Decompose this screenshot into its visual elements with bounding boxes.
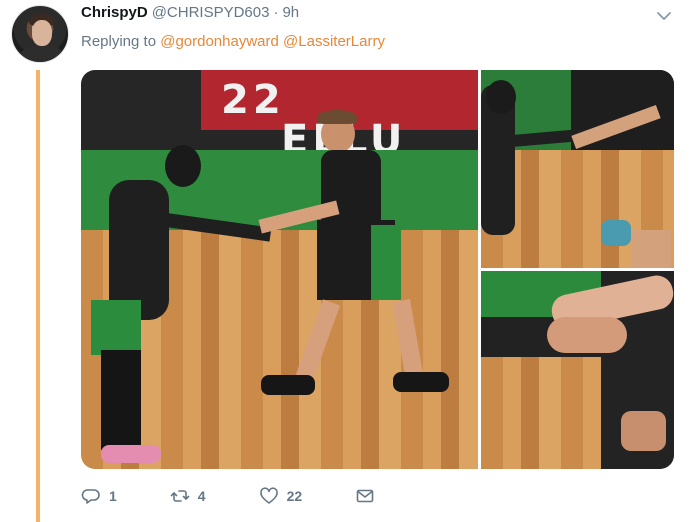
separator-dot: ·	[273, 4, 279, 21]
reply-icon	[81, 489, 100, 504]
tweet[interactable]: ChrispyD @CHRISPYD603 · 9h Replying to @…	[0, 0, 692, 522]
tweet-time[interactable]: 9h	[282, 4, 299, 21]
tweet-actions: 1 4 22	[81, 484, 375, 508]
photo-handshake-closeup[interactable]	[481, 271, 674, 469]
retweet-icon	[170, 490, 190, 502]
thread-line	[36, 70, 40, 522]
direct-message-button[interactable]	[355, 486, 375, 506]
author-handle[interactable]: @CHRISPYD603	[152, 4, 270, 21]
like-button[interactable]: 22	[259, 486, 303, 506]
reply-button[interactable]: 1	[81, 486, 117, 506]
author-name[interactable]: ChrispyD	[81, 4, 148, 21]
retweet-count: 4	[197, 488, 206, 504]
reply-prefix: Replying to	[81, 33, 157, 50]
like-count: 22	[286, 488, 303, 504]
avatar[interactable]	[11, 5, 69, 63]
mention-gordonhayward[interactable]: @gordonhayward	[160, 33, 279, 50]
banner-number: 22	[221, 77, 285, 123]
replying-to: Replying to @gordonhayward @LassiterLarr…	[81, 33, 385, 50]
reply-count: 1	[109, 488, 117, 504]
photo-handshake-main[interactable]: 22 ELLU	[81, 70, 478, 469]
tweet-header: ChrispyD @CHRISPYD603 · 9h	[81, 4, 299, 26]
message-icon	[356, 489, 374, 503]
media-grid: 22 ELLU	[81, 70, 674, 469]
like-icon	[259, 487, 278, 504]
retweet-button[interactable]: 4	[170, 486, 206, 506]
mention-lassiterlarry[interactable]: @LassiterLarry	[283, 33, 385, 50]
chevron-down-icon[interactable]	[656, 8, 672, 24]
photo-handshake-top[interactable]	[481, 70, 674, 268]
